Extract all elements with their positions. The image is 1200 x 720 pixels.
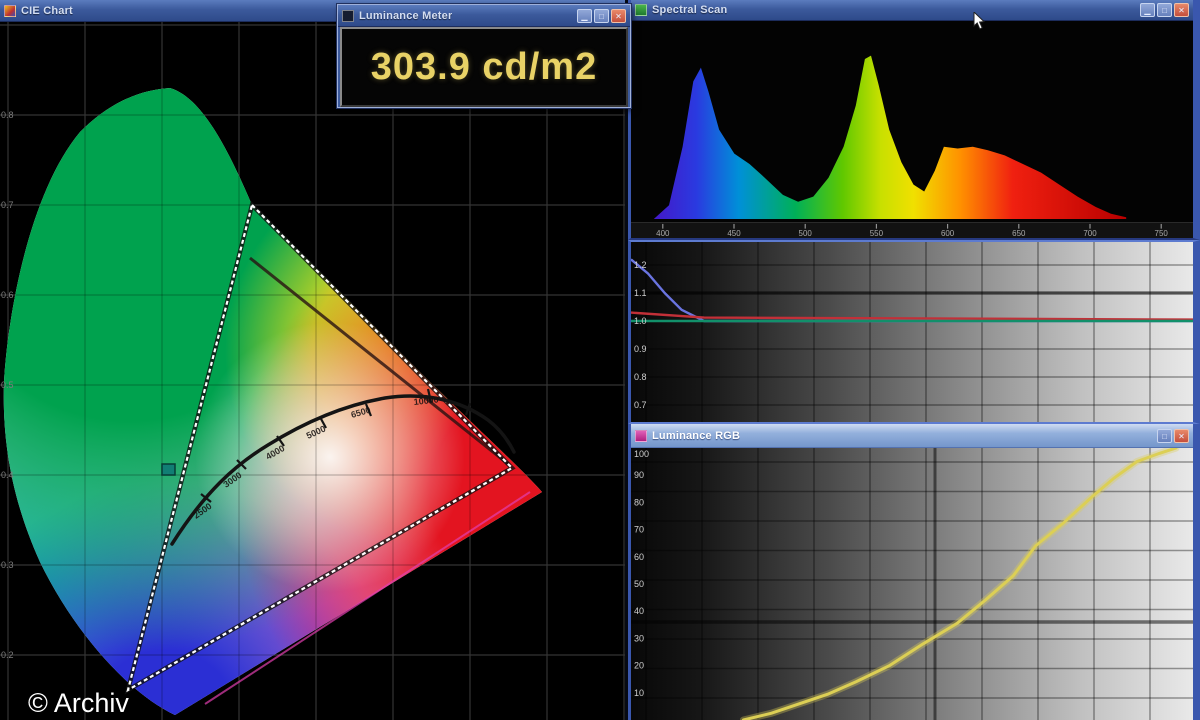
- copyright-watermark: © Archiv: [28, 688, 129, 718]
- svg-text:0.5: 0.5: [1, 380, 14, 390]
- svg-text:650: 650: [1012, 229, 1026, 238]
- svg-text:0.9: 0.9: [634, 344, 647, 354]
- svg-text:70: 70: [634, 525, 644, 535]
- cie-window-icon: [4, 4, 16, 17]
- cie-window-title: CIE Chart: [21, 4, 73, 17]
- luminance-reading: 303.9 cd/m2: [370, 45, 598, 88]
- window-luminance-meter: Luminance Meter ▁ □ ✕ 303.9 cd/m2: [337, 4, 631, 108]
- luminance-rgb-window-title: Luminance RGB: [652, 429, 741, 442]
- svg-text:1.1: 1.1: [634, 288, 647, 298]
- window-cie-chart: CIE Chart 2500 3000 4000 5000 6500 10000…: [0, 0, 625, 720]
- svg-text:400: 400: [656, 229, 670, 238]
- luminance-window-icon: [342, 9, 354, 22]
- svg-text:0.6: 0.6: [1, 290, 14, 300]
- window-rgb-balance: 1.2 1.1 1.0 0.9 0.8 0.7: [628, 240, 1200, 424]
- spectral-minimize-button[interactable]: ▁: [1140, 3, 1155, 17]
- svg-text:100: 100: [634, 449, 649, 459]
- spectral-maximize-button[interactable]: □: [1157, 3, 1172, 17]
- gamma-plot: 100 90 80 70 60 50 40 30 20 10: [631, 448, 1193, 720]
- svg-text:40: 40: [634, 606, 644, 616]
- svg-text:1.0: 1.0: [634, 316, 647, 326]
- svg-text:0.4: 0.4: [1, 470, 14, 480]
- svg-text:700: 700: [1083, 229, 1097, 238]
- rgb-balance-plot: 1.2 1.1 1.0 0.9 0.8 0.7: [631, 242, 1193, 422]
- svg-text:0.8: 0.8: [1, 110, 14, 120]
- svg-text:500: 500: [799, 229, 813, 238]
- svg-text:0.2: 0.2: [1, 650, 14, 660]
- measured-point-marker: [161, 463, 176, 476]
- luminance-reading-panel: 303.9 cd/m2: [340, 27, 628, 107]
- calibration-app-screen: CIE Chart 2500 3000 4000 5000 6500 10000…: [0, 0, 1200, 720]
- luminance-minimize-button[interactable]: ▁: [577, 8, 592, 23]
- svg-text:1.2: 1.2: [634, 260, 647, 270]
- spectral-close-button[interactable]: ✕: [1174, 3, 1189, 17]
- spectral-plot: [631, 21, 1193, 222]
- svg-text:600: 600: [941, 229, 955, 238]
- spectral-titlebar[interactable]: Spectral Scan ▁ □ ✕: [631, 0, 1193, 21]
- luminance-rgb-maximize-button[interactable]: □: [1157, 428, 1172, 443]
- svg-text:750: 750: [1155, 229, 1169, 238]
- svg-text:50: 50: [634, 579, 644, 589]
- svg-text:30: 30: [634, 633, 644, 643]
- luminance-maximize-button[interactable]: □: [594, 8, 609, 23]
- window-luminance-rgb: Luminance RGB □ ✕ 100 90 80 70 60 50 40 30 20 10: [628, 424, 1200, 720]
- svg-text:0.3: 0.3: [1, 560, 14, 570]
- svg-text:60: 60: [634, 552, 644, 562]
- spectral-window-title: Spectral Scan: [652, 4, 728, 16]
- mouse-cursor: [973, 12, 986, 30]
- svg-text:10: 10: [634, 688, 644, 698]
- luminance-titlebar[interactable]: Luminance Meter ▁ □ ✕: [338, 5, 630, 27]
- luminance-rgb-window-icon: [635, 429, 647, 442]
- spectral-window-icon: [635, 4, 647, 16]
- luminance-rgb-close-button[interactable]: ✕: [1174, 428, 1189, 443]
- svg-text:20: 20: [634, 661, 644, 671]
- svg-text:80: 80: [634, 497, 644, 507]
- cie-diagram: 2500300040005000650010000 0.80.70.60.50.…: [0, 22, 625, 720]
- svg-text:0.7: 0.7: [1, 200, 14, 210]
- luminance-window-title: Luminance Meter: [359, 9, 453, 22]
- window-spectral-scan: Spectral Scan ▁ □ ✕ 400 450 500 550 600: [628, 0, 1200, 240]
- svg-text:550: 550: [870, 229, 884, 238]
- luminance-rgb-titlebar[interactable]: Luminance RGB □ ✕: [631, 424, 1193, 448]
- svg-text:450: 450: [727, 229, 741, 238]
- svg-text:0.7: 0.7: [634, 400, 647, 410]
- spectral-x-axis: 400 450 500 550 600 650 700 750: [631, 222, 1193, 238]
- svg-text:0.8: 0.8: [634, 372, 647, 382]
- svg-text:90: 90: [634, 470, 644, 480]
- luminance-close-button[interactable]: ✕: [611, 8, 626, 23]
